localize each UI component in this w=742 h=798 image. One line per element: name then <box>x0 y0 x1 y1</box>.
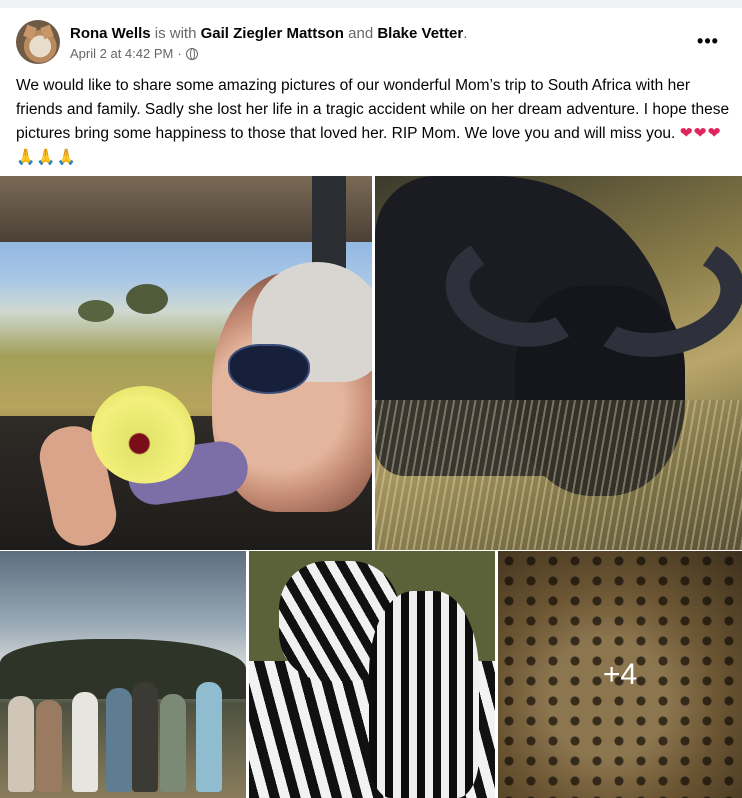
pray-emojis: 🙏🙏🙏 <box>16 149 77 166</box>
more-photos-count[interactable]: +4 <box>498 551 742 798</box>
author-name[interactable]: Rona Wells <box>70 25 151 42</box>
sunglasses <box>228 344 310 394</box>
photo-group[interactable] <box>0 551 246 798</box>
meta-separator: · <box>177 46 182 61</box>
heart-emojis: ❤❤❤ <box>679 125 722 142</box>
period-text: . <box>463 25 468 42</box>
tree-shape <box>126 284 168 314</box>
post-message: We would like to share some amazing pict… <box>16 74 732 170</box>
globe-icon[interactable] <box>185 47 198 60</box>
group-person <box>36 700 62 792</box>
photo-woman-flower[interactable] <box>0 176 372 550</box>
group-person <box>72 692 98 792</box>
avatar-ear-right <box>40 24 54 40</box>
photo-buffalo[interactable] <box>375 176 742 550</box>
photo-cheetah[interactable]: +4 <box>498 551 742 798</box>
author-line: Rona Wells is with Gail Ziegler Mattson … <box>70 24 467 44</box>
group-person <box>106 688 132 792</box>
group-person <box>196 682 222 792</box>
more-options-button[interactable]: ••• <box>690 26 726 56</box>
top-divider <box>0 0 742 8</box>
group-person <box>132 682 158 792</box>
with-text: is with <box>154 25 197 42</box>
post-timestamp[interactable]: April 2 at 4:42 PM <box>70 46 173 61</box>
zebra-head-front <box>369 591 479 798</box>
post-meta: April 2 at 4:42 PM · <box>70 46 467 61</box>
group-person <box>8 696 34 792</box>
post-header: Rona Wells is with Gail Ziegler Mattson … <box>16 20 726 68</box>
tree-shape <box>78 300 114 322</box>
photo-zebras[interactable] <box>249 551 495 798</box>
and-text: and <box>348 25 374 42</box>
tall-grass <box>375 400 742 550</box>
header-text: Rona Wells is with Gail Ziegler Mattson … <box>70 24 467 61</box>
tagged-person-1[interactable]: Gail Ziegler Mattson <box>201 25 344 42</box>
post-message-text: We would like to share some amazing pict… <box>16 77 730 142</box>
tagged-person-2[interactable]: Blake Vetter <box>377 25 463 42</box>
group-person <box>160 694 186 792</box>
avatar-ear-left <box>23 24 37 40</box>
avatar[interactable] <box>16 20 60 64</box>
